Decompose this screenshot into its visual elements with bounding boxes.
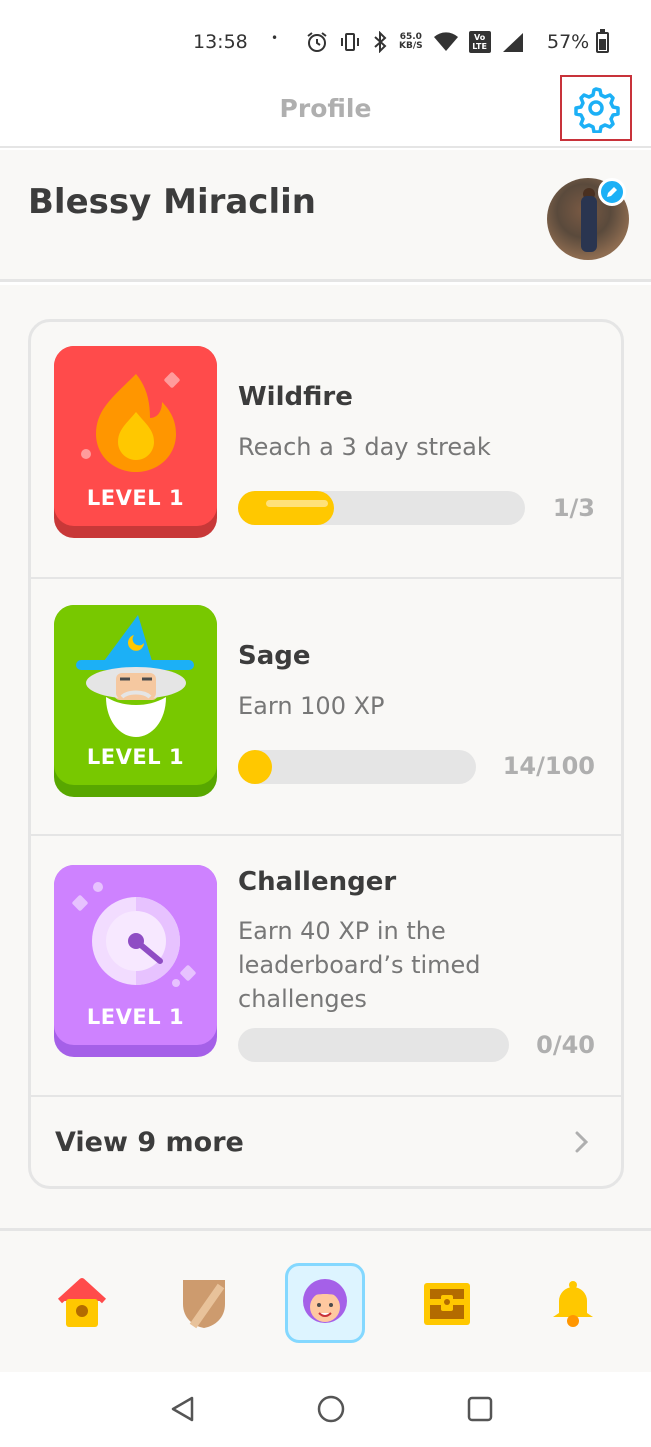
achievement-progress-fill — [238, 750, 272, 784]
settings-button[interactable] — [560, 75, 632, 141]
status-dot: • — [271, 31, 279, 45]
avatar-figure — [581, 196, 597, 252]
achievement-progress-text: 1/3 — [552, 494, 595, 522]
achievement-progress-bar — [238, 491, 525, 525]
nav-notifications[interactable] — [533, 1263, 613, 1343]
chevron-right-icon — [575, 1131, 589, 1153]
wizard-icon — [76, 615, 194, 737]
shield-icon — [183, 1280, 225, 1329]
challenger-level: LEVEL 1 — [86, 1005, 185, 1029]
achievement-progress-fill — [238, 491, 334, 525]
achievement-sage[interactable]: LEVEL 1 Sage Earn 100 XP 14/100 — [31, 579, 621, 836]
sage-badge-face: LEVEL 1 — [54, 605, 217, 785]
sage-level: LEVEL 1 — [86, 745, 185, 769]
profile-avatar-icon — [303, 1279, 347, 1323]
nav-leagues[interactable] — [164, 1263, 244, 1343]
view-more-button[interactable]: View 9 more — [31, 1097, 621, 1186]
pencil-icon — [607, 187, 617, 197]
volte-icon: Vo LTE — [468, 31, 491, 53]
home-circle-icon[interactable] — [316, 1394, 346, 1424]
achievement-progress-text: 14/100 — [502, 752, 595, 780]
status-time: 13:58 — [193, 31, 248, 53]
sage-badge: LEVEL 1 — [54, 605, 217, 797]
status-icons: 65.0 KB/S Vo LTE — [305, 30, 525, 54]
achievement-wildfire[interactable]: LEVEL 1 Wildfire Reach a 3 day streak 1/… — [31, 322, 621, 579]
bluetooth-icon — [374, 31, 387, 53]
wildfire-level: LEVEL 1 — [86, 486, 185, 510]
timer-icon — [72, 882, 196, 987]
challenger-badge-face: LEVEL 1 — [54, 865, 217, 1045]
wildfire-badge-face: LEVEL 1 — [54, 346, 217, 526]
page-title: Profile — [279, 94, 372, 123]
achievement-description: Earn 40 XP in the leaderboard’s timed ch… — [238, 917, 481, 1013]
alarm-icon — [307, 32, 327, 52]
achievement-title: Sage — [238, 641, 311, 671]
top-bar: Profile — [0, 75, 651, 148]
system-nav-bar — [0, 1372, 651, 1447]
achievement-description: Earn 100 XP — [238, 692, 385, 720]
home-icon — [57, 1278, 107, 1327]
net-speed: 65.0 KB/S — [399, 32, 423, 51]
profile-name: Blessy Miraclin — [28, 182, 316, 222]
achievements-section: LEVEL 1 Wildfire Reach a 3 day streak 1/… — [0, 285, 651, 1230]
achievement-progress-text: 0/40 — [536, 1031, 595, 1059]
achievement-challenger[interactable]: LEVEL 1 Challenger Earn 40 XP in the lea… — [31, 836, 621, 1097]
bell-icon — [553, 1281, 593, 1327]
back-icon[interactable] — [168, 1394, 198, 1424]
battery-percent: 57% — [547, 31, 590, 53]
view-more-label: View 9 more — [55, 1127, 244, 1158]
treasure-chest-icon — [424, 1283, 470, 1325]
gear-icon — [574, 87, 620, 133]
signal-icon — [502, 33, 523, 52]
wifi-icon — [433, 32, 458, 51]
bottom-nav — [0, 1228, 651, 1372]
nav-profile[interactable] — [285, 1263, 365, 1343]
edit-avatar-button[interactable] — [598, 178, 626, 206]
recents-icon[interactable] — [465, 1394, 495, 1424]
status-bar: 13:58 • 65.0 KB/S Vo LTE 57% — [0, 0, 651, 80]
achievement-title: Wildfire — [238, 382, 353, 412]
achievements-card: LEVEL 1 Wildfire Reach a 3 day streak 1/… — [28, 319, 624, 1189]
achievement-progress-bar — [238, 750, 476, 784]
achievement-title: Challenger — [238, 867, 397, 897]
nav-home[interactable] — [42, 1263, 122, 1343]
challenger-badge: LEVEL 1 — [54, 865, 217, 1057]
flame-icon — [81, 372, 180, 472]
achievement-description: Reach a 3 day streak — [238, 433, 491, 461]
wildfire-badge: LEVEL 1 — [54, 346, 217, 538]
achievement-progress-bar — [238, 1028, 509, 1062]
vibrate-icon — [341, 33, 359, 51]
profile-header: Blessy Miraclin — [0, 150, 651, 282]
nav-shop[interactable] — [407, 1263, 487, 1343]
battery-icon — [596, 29, 609, 53]
